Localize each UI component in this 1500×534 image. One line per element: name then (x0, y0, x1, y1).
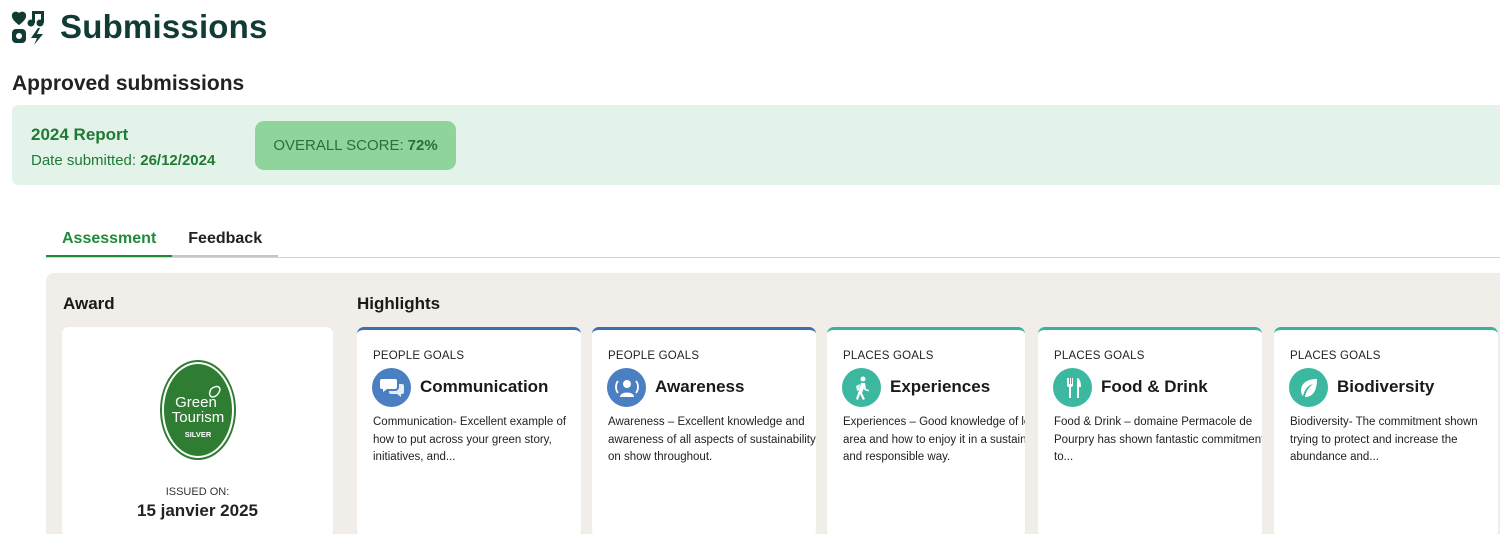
highlight-card-experiences[interactable]: PLACES GOALS Experiences Experiences – G… (827, 327, 1025, 534)
highlight-card-food-drink[interactable]: PLACES GOALS Food & Drink Food & Drink –… (1038, 327, 1262, 534)
date-submitted-label: Date submitted: (31, 152, 137, 169)
assessment-content: Award Highlights Green Tourism SILVER IS… (46, 273, 1500, 534)
date-submitted-value: 26/12/2024 (140, 152, 216, 169)
tab-bar: Assessment Feedback (46, 223, 279, 258)
highlight-card-biodiversity[interactable]: PLACES GOALS Biodiversity Biodiversity- … (1274, 327, 1498, 534)
issued-on-label: ISSUED ON: (165, 486, 230, 498)
issued-on-date: 15 janvier 2025 (137, 501, 258, 520)
highlight-title: Food & Drink (1101, 377, 1208, 396)
highlight-category: PEOPLE GOALS (608, 350, 700, 362)
badge-level: SILVER (185, 430, 212, 439)
badge-text-tourism: Tourism (172, 409, 225, 426)
page-header: Submissions (10, 8, 268, 46)
highlight-text: Biodiversity- The commitment shown tryin… (1290, 416, 1478, 463)
highlight-category: PEOPLE GOALS (373, 350, 465, 362)
highlight-card-awareness[interactable]: PEOPLE GOALS Awareness Awareness – Excel… (592, 327, 816, 534)
overall-score-label: OVERALL SCORE: (273, 137, 404, 154)
highlights-heading: Highlights (357, 294, 441, 313)
highlight-card-communication[interactable]: PEOPLE GOALS Communication Communication… (357, 327, 581, 534)
leaf-icon (1289, 368, 1328, 407)
report-date: Date submitted: 26/12/2024 (31, 152, 215, 169)
award-card: Green Tourism SILVER ISSUED ON: 15 janvi… (62, 327, 333, 534)
highlight-title: Communication (420, 377, 549, 396)
overall-score-value: 72% (407, 137, 438, 154)
highlight-text: Experiences – Good knowledge of local ar… (843, 416, 1025, 463)
submission-panel: Assessment Feedback Award Highlights Gre… (30, 203, 1500, 534)
heart-music-bolt-logo-icon (11, 11, 44, 45)
page-title: Submissions (60, 8, 268, 45)
tab-assessment[interactable]: Assessment (46, 223, 173, 258)
tab-feedback[interactable]: Feedback (172, 223, 279, 258)
highlight-title: Awareness (655, 377, 745, 396)
highlight-text: Communication- Excellent example of how … (373, 416, 567, 463)
highlight-text: Food & Drink – domaine Permacole de Pour… (1054, 416, 1262, 463)
green-tourism-silver-badge: Green Tourism SILVER (160, 360, 236, 460)
highlight-title: Experiences (890, 377, 991, 396)
award-heading: Award (63, 294, 115, 313)
tab-divider (46, 257, 1500, 258)
highlight-category: PLACES GOALS (843, 350, 934, 362)
fork-knife-icon (1053, 368, 1092, 407)
section-title: Approved submissions (12, 72, 245, 95)
report-summary-banner: 2024 Report Date submitted: 26/12/2024 O… (12, 105, 1500, 185)
highlight-category: PLACES GOALS (1290, 350, 1381, 362)
overall-score-badge: OVERALL SCORE: 72% (255, 121, 456, 170)
speech-bubbles-icon (372, 368, 411, 407)
person-broadcast-icon (607, 368, 646, 407)
highlight-category: PLACES GOALS (1054, 350, 1145, 362)
hiker-icon (842, 368, 881, 407)
highlight-text: Awareness – Excellent knowledge and awar… (608, 416, 816, 463)
highlight-title: Biodiversity (1337, 377, 1435, 396)
report-name: 2024 Report (31, 125, 129, 144)
